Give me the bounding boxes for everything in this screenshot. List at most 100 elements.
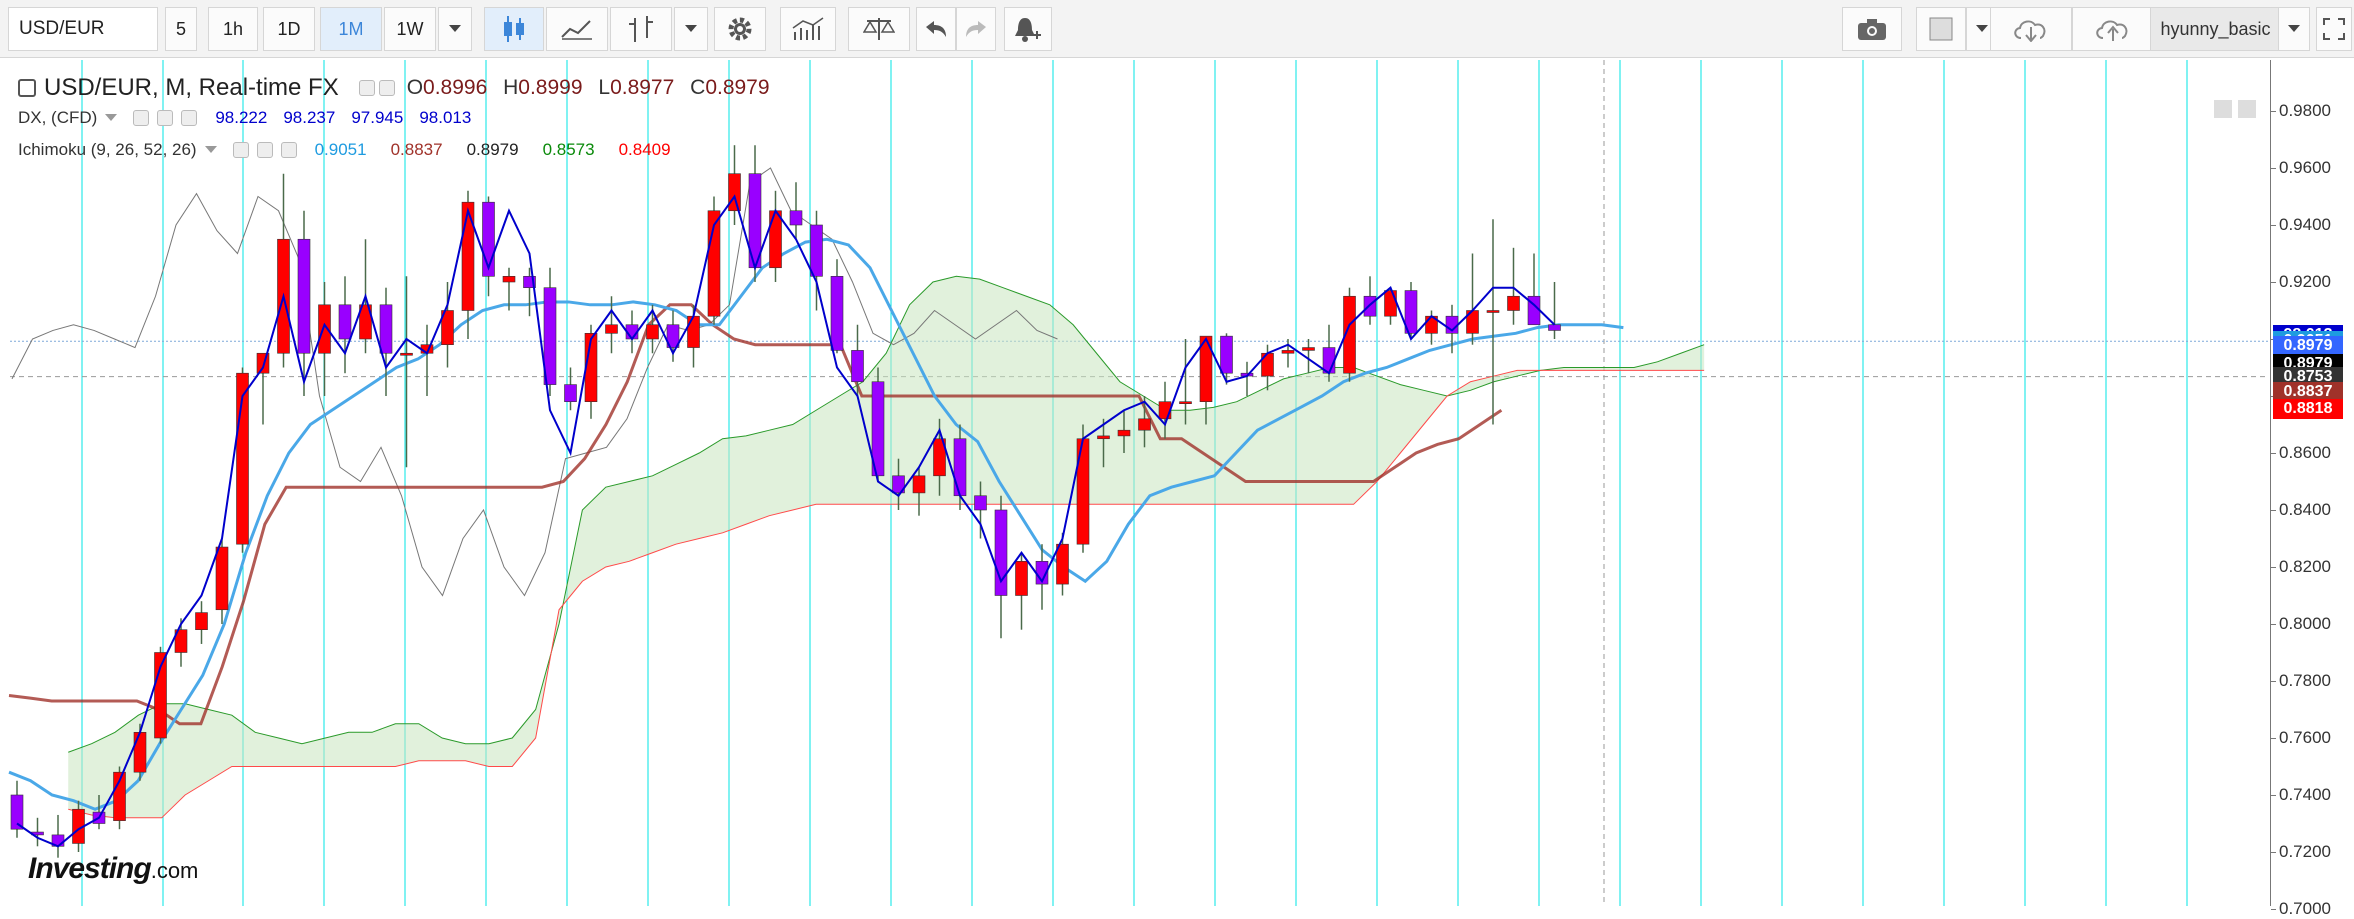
legend-actions (358, 80, 395, 96)
price-tick-label: 0.9200 (2279, 272, 2331, 291)
candle-body (912, 475, 926, 494)
candle-body (1097, 435, 1110, 440)
candle-body (687, 315, 700, 348)
visibility-icon[interactable] (358, 80, 375, 96)
price-tick-mark (2271, 453, 2276, 454)
close-label: C (690, 76, 706, 99)
candle-body (215, 546, 229, 611)
collapse-legend-icon[interactable] (18, 79, 36, 97)
senkou-span-a-line (68, 275, 1705, 753)
ichimoku-title: Ichimoku (9, 26, 52, 26) (18, 140, 197, 159)
dx-title: DX, (CFD) (18, 108, 98, 127)
dx-value-3: 97.945 (351, 108, 404, 127)
candle-body (1179, 401, 1192, 405)
candle-body (1363, 295, 1377, 317)
price-tick-label: 0.8600 (2279, 443, 2331, 462)
settings-small-icon[interactable] (157, 110, 174, 126)
visibility-icon[interactable] (232, 142, 249, 158)
candle-body (1548, 324, 1561, 331)
candle-body (461, 201, 475, 311)
price-tag: 0.8818 (2273, 398, 2343, 419)
dx-legend: DX, (CFD) 98.222 98.237 97.945 98.013 (18, 108, 471, 128)
price-tick-mark (2271, 282, 2276, 283)
price-tick-mark (2271, 510, 2276, 511)
price-tick-label: 0.7600 (2279, 728, 2331, 747)
price-tick-label: 0.9600 (2279, 158, 2331, 177)
high-label: H (503, 76, 519, 99)
candle-body (1486, 310, 1500, 313)
candle-body (1117, 429, 1131, 437)
low-label: L (598, 76, 611, 99)
high-value: 0.8999 (518, 76, 583, 99)
price-tick-mark (2271, 681, 2276, 682)
investing-logo: Investing.com (28, 852, 198, 886)
price-tick-mark (2271, 168, 2276, 169)
chevron-down-icon[interactable] (105, 114, 118, 122)
candle-body (728, 173, 741, 212)
candle-body (1507, 295, 1520, 311)
maximize-icon[interactable] (2238, 100, 2256, 118)
price-tick-mark (2271, 111, 2276, 112)
price-tick-mark (2271, 909, 2276, 910)
candle-body (1015, 560, 1028, 596)
candle-body (297, 238, 311, 354)
candle-body (810, 224, 823, 277)
candle-body (379, 304, 393, 354)
price-tick-label: 0.9800 (2279, 101, 2331, 120)
dx-value-2: 98.237 (283, 108, 336, 127)
price-tick-label: 0.7200 (2279, 842, 2331, 861)
logo-suffix: .com (150, 858, 199, 883)
settings-small-icon[interactable] (256, 142, 273, 158)
low-value: 0.8977 (610, 76, 675, 99)
candle-body (195, 612, 208, 630)
chevron-down-icon[interactable] (204, 146, 217, 154)
open-value: 0.8996 (423, 76, 488, 99)
price-tick-mark (2271, 852, 2276, 853)
dx-value-4: 98.013 (419, 108, 472, 127)
tenkan-value: 0.9051 (314, 140, 367, 159)
open-label: O (406, 76, 424, 99)
candle-body (605, 324, 618, 334)
price-tick-label: 0.8200 (2279, 557, 2331, 576)
price-tick-mark (2271, 567, 2276, 568)
visibility-icon[interactable] (133, 110, 150, 126)
candle-body (1281, 350, 1295, 354)
price-tick-mark (2271, 225, 2276, 226)
chikou-value: 0.8979 (466, 140, 519, 159)
tenkan-sen-line (8, 237, 1624, 811)
main-series-title: USD/EUR, M, Real-time FX (44, 74, 339, 101)
price-tick-label: 0.9400 (2279, 215, 2331, 234)
candle-body (400, 352, 413, 356)
main-series-legend: USD/EUR, M, Real-time FX O0.8996 H0.8999… (18, 74, 770, 102)
kijun-value: 0.8837 (390, 140, 443, 159)
candle-body (1384, 290, 1397, 317)
candle-body (338, 304, 352, 340)
candle-body (974, 495, 987, 511)
candle-body (1138, 418, 1151, 431)
close-value: 0.8979 (705, 76, 770, 99)
candle-body (851, 350, 864, 383)
candle-body (543, 287, 557, 385)
candle-body (646, 324, 659, 340)
candle-body (133, 731, 147, 773)
price-chart[interactable] (0, 0, 2354, 906)
candle-body (1302, 347, 1315, 351)
settings-small-icon[interactable] (378, 80, 395, 96)
price-axis[interactable]: 0.98000.96000.94000.92000.90000.88000.86… (2270, 60, 2354, 918)
close-icon[interactable] (181, 110, 198, 126)
candle-body (1220, 335, 1233, 374)
price-tick-label: 0.8400 (2279, 500, 2331, 519)
candle-body (564, 384, 577, 403)
arrow-down-icon[interactable] (2214, 100, 2232, 118)
ichimoku-legend: Ichimoku (9, 26, 52, 26) 0.9051 0.8837 0… (18, 140, 671, 160)
logo-brand: Investing (28, 852, 152, 885)
close-icon[interactable] (280, 142, 297, 158)
price-tick-mark (2271, 624, 2276, 625)
price-tick-mark (2271, 795, 2276, 796)
ohlc-values: O0.8996 H0.8999 L0.8977 C0.8979 (407, 76, 770, 100)
candle-body (769, 210, 782, 269)
price-tick-label: 0.7000 (2279, 899, 2331, 918)
price-tick-label: 0.8000 (2279, 614, 2331, 633)
candle-body (789, 210, 803, 226)
candle-body (1056, 543, 1069, 585)
